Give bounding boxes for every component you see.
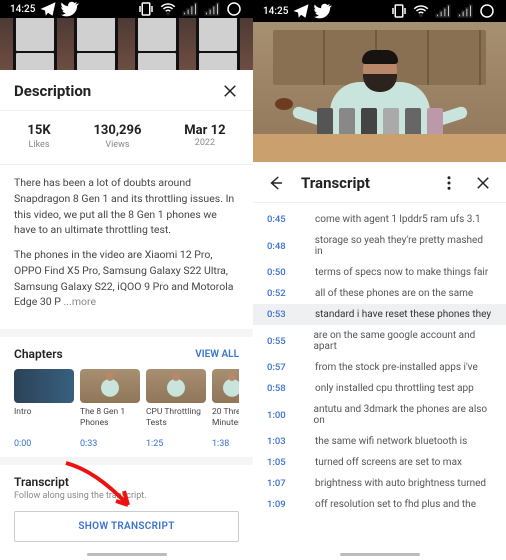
battery-icon	[478, 2, 496, 20]
transcript-time: 0:45	[267, 214, 299, 225]
sheet-title: Description	[14, 82, 91, 100]
transcript-row[interactable]: 1:00 antutu and 3dmark the phones are als…	[253, 399, 506, 431]
transcript-text: are on the same google account and apart	[313, 330, 492, 352]
chapter-thumb	[146, 369, 206, 403]
status-bar: 14:25	[253, 0, 506, 22]
transcript-text: from the stock pre-installed apps i've	[315, 362, 478, 373]
video-player[interactable]	[253, 22, 506, 162]
twitter-icon	[314, 2, 332, 20]
transcript-text: antutu and 3dmark the phones are also on	[314, 404, 493, 426]
transcript-text: only installed cpu throttling test app	[315, 383, 474, 394]
transcript-text: terms of specs now to make things fair	[315, 267, 488, 278]
transcript-time: 1:07	[267, 478, 299, 489]
stat-likes: 15K Likes	[27, 123, 50, 150]
telegram-icon	[292, 2, 310, 20]
transcript-row[interactable]: 1:05 turned off screens are set to max	[253, 452, 506, 473]
chapter-item[interactable]: The 8 Gen 1 Phones 0:33	[80, 369, 140, 449]
close-icon[interactable]	[474, 174, 492, 192]
transcript-sub: Follow along using the transcript.	[14, 491, 239, 501]
more-icon[interactable]	[440, 174, 458, 192]
transcript-time: 0:55	[267, 336, 297, 347]
vibrate-icon	[390, 2, 408, 20]
battery-icon	[225, 0, 243, 18]
transcript-row[interactable]: 0:48 storage so yeah they're pretty mashe…	[253, 230, 506, 262]
chapter-item[interactable]: CPU Throttling Tests 1:25	[146, 369, 206, 449]
video-thumbnail-content	[0, 18, 253, 70]
chapters-section: Chapters VIEW ALL Intro 0:00 The 8 Gen 1…	[0, 337, 253, 465]
chapters-viewall[interactable]: VIEW ALL	[195, 349, 239, 360]
transcript-list[interactable]: 0:45 come with agent 1 lpddr5 ram ufs 3.1…	[253, 203, 506, 560]
transcript-time: 0:57	[267, 362, 299, 373]
close-icon[interactable]	[221, 82, 239, 100]
wifi-icon	[412, 2, 430, 20]
transcript-time: 0:58	[267, 383, 299, 394]
transcript-row[interactable]: 0:58 only installed cpu throttling test a…	[253, 378, 506, 399]
chapters-title: Chapters	[14, 347, 63, 361]
nav-pill[interactable]	[87, 553, 167, 556]
nav-pill[interactable]	[340, 553, 420, 556]
status-time: 14:25	[10, 4, 35, 15]
sheet-title: Transcript	[301, 174, 370, 192]
chapter-thumb	[212, 369, 239, 403]
transcript-text: brightness with auto brightness turned	[315, 478, 486, 489]
more-link[interactable]: ...more	[64, 295, 97, 308]
transcript-text: come with agent 1 lpddr5 ram ufs 3.1	[315, 214, 481, 225]
transcript-time: 0:53	[267, 309, 299, 320]
transcript-row[interactable]: 0:50 terms of specs now to make things fa…	[253, 262, 506, 283]
chapter-thumb	[80, 369, 140, 403]
back-icon[interactable]	[267, 174, 285, 192]
transcript-row[interactable]: 1:07 brightness with auto brightness turn…	[253, 473, 506, 494]
transcript-time: 1:00	[267, 410, 298, 421]
transcript-row[interactable]: 0:55 are on the same google account and a…	[253, 325, 506, 357]
transcript-text: turned off screens are set to max	[315, 457, 462, 468]
transcript-text: standard i have reset these phones they	[315, 309, 491, 320]
chapter-item[interactable]: 20 Thread Minutes 1:38	[212, 369, 239, 449]
wifi-icon	[159, 0, 177, 18]
transcript-text: all of these phones are on the same	[315, 288, 473, 299]
transcript-time: 1:05	[267, 457, 299, 468]
transcript-time: 0:50	[267, 267, 299, 278]
transcript-section: Transcript Follow along using the transc…	[0, 465, 253, 560]
signal2-icon	[203, 0, 221, 18]
phone-left-description: 14:25 Description 15K Likes	[0, 0, 253, 560]
twitter-icon	[61, 0, 79, 18]
transcript-time: 0:48	[267, 241, 299, 252]
description-p1: There has been a lot of doubts around Sn…	[14, 175, 239, 238]
transcript-time: 1:09	[267, 499, 299, 510]
description-p2: The phones in the video are Xiaomi 12 Pr…	[14, 247, 239, 310]
video-player[interactable]	[0, 18, 253, 70]
transcript-row[interactable]: 1:03 the same wifi network bluetooth is	[253, 431, 506, 452]
transcript-time: 1:03	[267, 436, 299, 447]
telegram-icon	[39, 0, 57, 18]
stat-date: Mar 12 2022	[184, 123, 225, 150]
transcript-row[interactable]: 0:57 from the stock pre-installed apps i'…	[253, 357, 506, 378]
transcript-row[interactable]: 0:53 standard i have reset these phones t…	[253, 304, 506, 325]
chapters-list[interactable]: Intro 0:00 The 8 Gen 1 Phones 0:33 CPU T…	[14, 369, 239, 449]
transcript-text: storage so yeah they're pretty mashed in	[315, 235, 492, 257]
transcript-title: Transcript	[14, 475, 239, 489]
transcript-text: off resolution set to fhd plus and the	[315, 499, 476, 510]
vibrate-icon	[137, 0, 155, 18]
description-text: There has been a lot of doubts around Sn…	[0, 165, 253, 337]
stat-views: 130,296 Views	[93, 123, 141, 150]
transcript-row[interactable]: 0:52 all of these phones are on the same	[253, 283, 506, 304]
description-sheet-header: Description	[0, 70, 253, 111]
transcript-row[interactable]: 0:45 come with agent 1 lpddr5 ram ufs 3.1	[253, 209, 506, 230]
show-transcript-button[interactable]: SHOW TRANSCRIPT	[14, 511, 239, 542]
transcript-sheet-header: Transcript	[253, 162, 506, 203]
video-bg-desk	[253, 134, 506, 162]
signal2-icon	[456, 2, 474, 20]
transcript-time: 0:52	[267, 288, 299, 299]
chapter-thumb	[14, 369, 74, 403]
signal-icon	[181, 0, 199, 18]
signal-icon	[434, 2, 452, 20]
transcript-row[interactable]: 1:09 off resolution set to fhd plus and t…	[253, 494, 506, 515]
phone-right-transcript: 14:25 Trans	[253, 0, 506, 560]
video-stats: 15K Likes 130,296 Views Mar 12 2022	[0, 111, 253, 165]
status-time: 14:25	[263, 6, 288, 17]
transcript-text: the same wifi network bluetooth is	[315, 436, 467, 447]
chapter-item[interactable]: Intro 0:00	[14, 369, 74, 449]
status-bar: 14:25	[0, 0, 253, 18]
